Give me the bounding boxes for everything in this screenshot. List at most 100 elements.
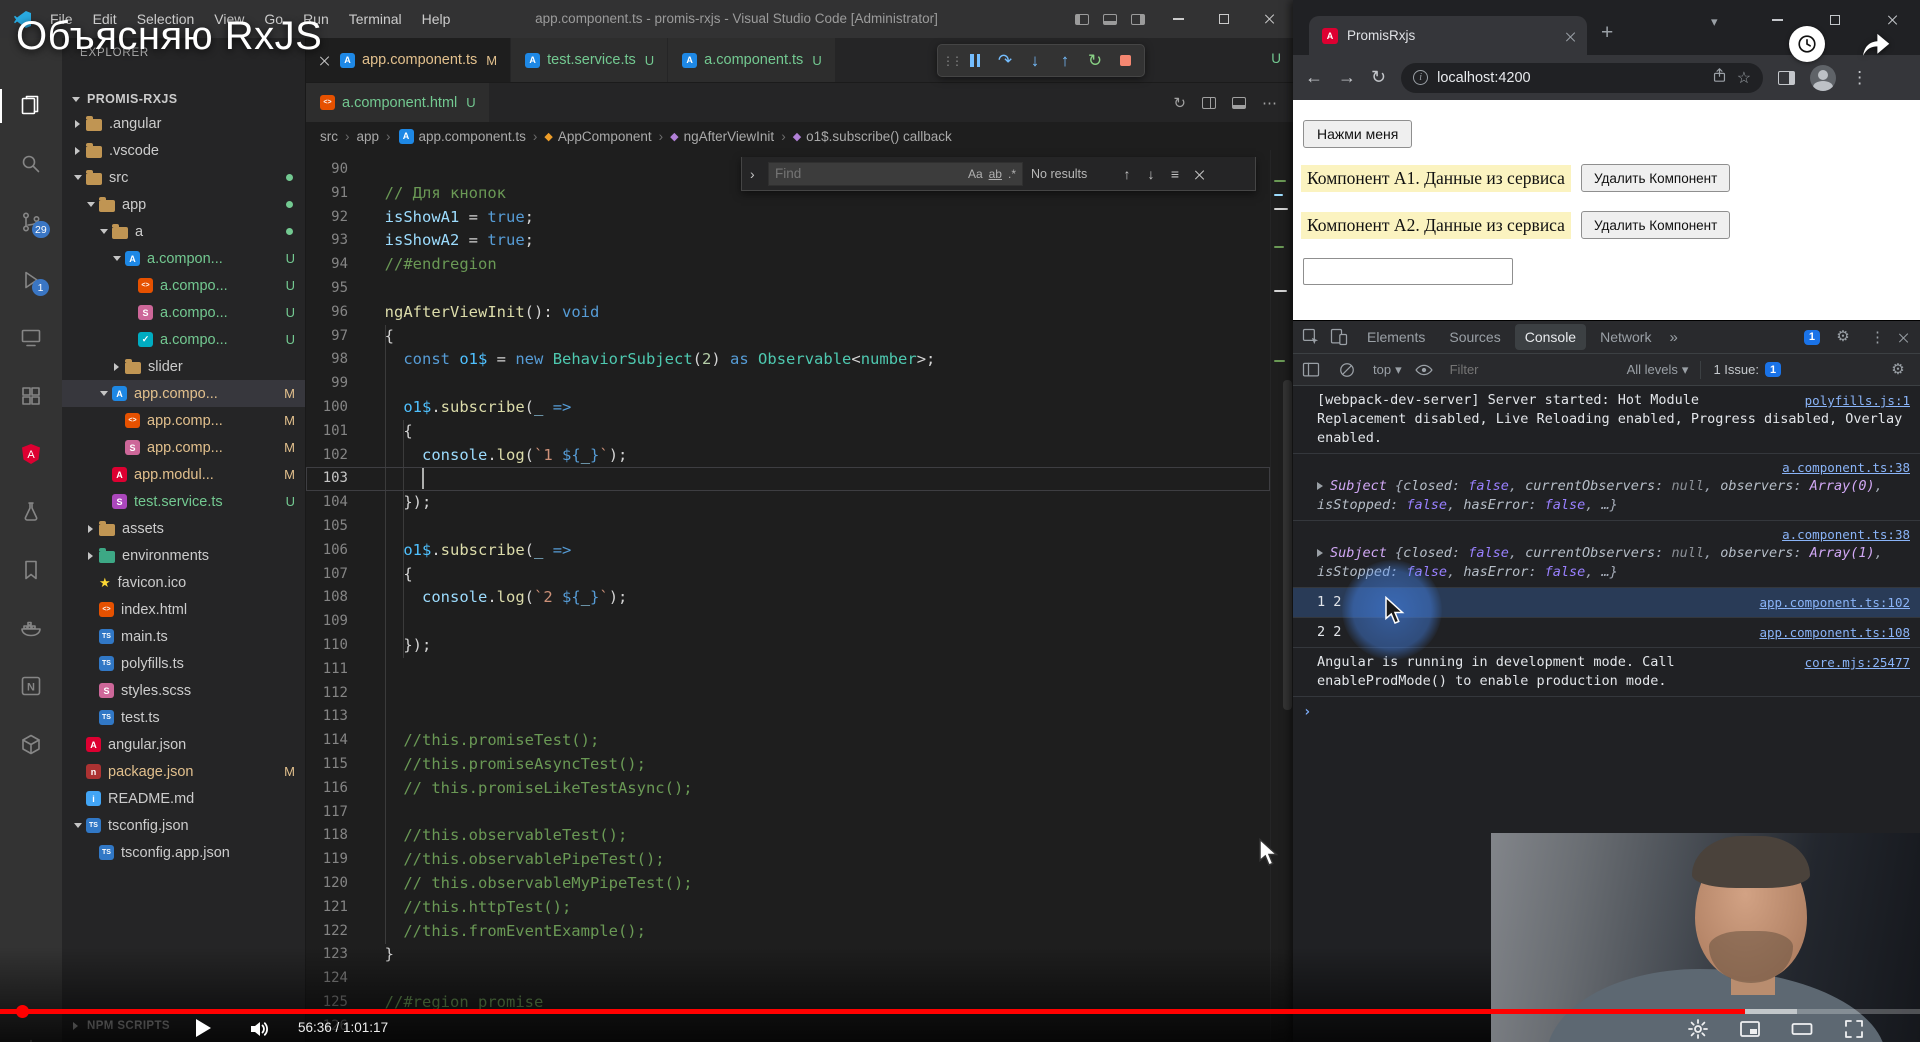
delete-component-button[interactable]: Удалить Компонент — [1580, 164, 1731, 192]
forward-icon[interactable]: → — [1338, 67, 1356, 88]
context-selector[interactable]: top ▾ — [1373, 362, 1402, 378]
share-icon[interactable] — [1711, 67, 1728, 89]
console-messages-badge[interactable]: 1 — [1803, 329, 1820, 345]
volume-icon[interactable] — [248, 1017, 272, 1041]
explorer-item-app[interactable]: app — [62, 191, 305, 218]
pause-icon[interactable] — [962, 48, 988, 74]
clear-console-icon[interactable] — [1337, 360, 1357, 380]
testing-icon[interactable] — [19, 500, 43, 524]
delete-component-button[interactable]: Удалить Компонент — [1580, 211, 1731, 239]
close-button[interactable] — [1247, 0, 1293, 38]
maximize-button[interactable] — [1201, 0, 1247, 38]
search-icon[interactable] — [19, 152, 43, 176]
minimize-button[interactable] — [1155, 0, 1201, 38]
explorer-item-angular-json[interactable]: Aangular.json — [62, 731, 305, 758]
editor-tab-test-service-ts[interactable]: Atest.service.ts U — [511, 38, 669, 82]
inspect-element-icon[interactable] — [1301, 327, 1321, 347]
watch-later-icon[interactable] — [1789, 26, 1825, 62]
breadcrumb-app-component-ts[interactable]: Aapp.component.ts — [398, 128, 526, 144]
share-arrow-icon[interactable] — [1856, 24, 1894, 62]
explorer-item-slider[interactable]: slider — [62, 353, 305, 380]
devtools-tab-console[interactable]: Console — [1514, 324, 1587, 350]
browser-menu-icon[interactable]: ⋮ — [1851, 68, 1868, 88]
explorer-item-polyfills-ts[interactable]: TS polyfills.ts — [62, 650, 305, 677]
log-levels-selector[interactable]: All levels ▾ — [1627, 362, 1689, 378]
step-into-icon[interactable]: ↓ — [1022, 48, 1048, 74]
more-icon[interactable]: ⋯ — [1262, 94, 1277, 112]
miniplayer-icon[interactable] — [1738, 1017, 1762, 1041]
explorer-item-tsconfig-json[interactable]: TS tsconfig.json — [62, 812, 305, 839]
find-previous-icon[interactable]: ↑ — [1119, 166, 1135, 182]
devtools-tab-network[interactable]: Network — [1590, 324, 1661, 350]
explorer-item-src[interactable]: src — [62, 164, 305, 191]
explorer-item-package-json[interactable]: n package.json M — [62, 758, 305, 785]
history-icon[interactable]: ↻ — [1173, 94, 1186, 112]
angular-icon[interactable]: A — [19, 442, 43, 466]
devtools-tab-elements[interactable]: Elements — [1357, 324, 1435, 350]
extensions-icon[interactable] — [19, 384, 43, 408]
explorer-item-a-compo[interactable]: <> a.compo... U — [62, 272, 305, 299]
explorer-item-angular[interactable]: .angular — [62, 110, 305, 137]
minimap[interactable] — [1270, 150, 1293, 1042]
back-icon[interactable]: ← — [1305, 67, 1323, 88]
explorer-item-app-modul[interactable]: Aapp.modul... M — [62, 461, 305, 488]
find-next-icon[interactable]: ↓ — [1143, 166, 1159, 182]
side-panel-icon[interactable] — [1778, 70, 1796, 85]
profile-avatar[interactable] — [1810, 64, 1837, 91]
breadcrumb-app[interactable]: app — [357, 129, 380, 144]
bookmarks-icon[interactable] — [19, 558, 43, 582]
breadcrumb-o1$-subscribe-callback[interactable]: ◆ o1$.subscribe() callback — [793, 129, 952, 144]
explorer-item-tsconfig-app-json[interactable]: TS tsconfig.app.json — [62, 839, 305, 866]
close-tab-icon[interactable] — [1565, 31, 1575, 41]
docker-icon[interactable] — [19, 616, 43, 640]
code-editor[interactable]: 90 91 // Для кнопок 92 isShowA1 = true; 93 … — [306, 150, 1270, 1042]
devtools-tab-sources[interactable]: Sources — [1439, 324, 1510, 350]
devtools-settings-icon[interactable]: ⚙ — [1833, 327, 1853, 347]
nx-console-icon[interactable]: N — [19, 674, 43, 698]
toggle-panel-icon[interactable] — [1103, 13, 1117, 25]
expand-arrow-icon[interactable] — [1317, 549, 1323, 557]
explorer-item-app-comp[interactable]: Sapp.comp... M — [62, 434, 305, 461]
restart-icon[interactable]: ↻ — [1082, 48, 1108, 74]
whole-word-icon[interactable]: ab — [989, 167, 1002, 181]
explorer-item-app-comp[interactable]: <> app.comp... M — [62, 407, 305, 434]
layout-icon[interactable] — [1232, 96, 1246, 109]
explorer-item-styles-scss[interactable]: Sstyles.scss — [62, 677, 305, 704]
editor-tab-a-component-ts[interactable]: Aa.component.ts U — [668, 38, 836, 82]
browser-maximize-button[interactable] — [1823, 8, 1847, 32]
explorer-item-a-compo[interactable]: ✓ a.compo... U — [62, 326, 305, 353]
toggle-secondary-sidebar-icon[interactable] — [1131, 13, 1145, 25]
find-close-icon[interactable] — [1191, 166, 1207, 182]
play-button[interactable] — [196, 1019, 211, 1037]
remote-explorer-icon[interactable] — [19, 326, 43, 350]
explorer-item-test-ts[interactable]: TS test.ts — [62, 704, 305, 731]
find-in-selection-icon[interactable]: ≡ — [1167, 166, 1183, 182]
explorer-item-a[interactable]: a — [62, 218, 305, 245]
new-tab-button[interactable]: + — [1601, 22, 1613, 43]
console-source-link[interactable]: app.component.ts:108 — [1759, 623, 1910, 642]
browser-tab[interactable]: A PromisRxjs — [1309, 16, 1587, 55]
eye-icon[interactable] — [1414, 360, 1434, 380]
browser-minimize-button[interactable] — [1765, 8, 1789, 32]
device-toolbar-icon[interactable] — [1329, 327, 1349, 347]
find-expand-icon[interactable]: › — [750, 166, 760, 182]
reload-icon[interactable]: ↻ — [1371, 67, 1386, 88]
console-source-link[interactable]: core.mjs:25477 — [1805, 653, 1910, 672]
explorer-item-index-html[interactable]: <> index.html — [62, 596, 305, 623]
address-bar[interactable]: i localhost:4200 ☆ — [1401, 62, 1764, 93]
explorer-item-favicon-ico[interactable]: ★ favicon.ico — [62, 569, 305, 596]
explorer-item-assets[interactable]: assets — [62, 515, 305, 542]
explorer-item-environments[interactable]: environments — [62, 542, 305, 569]
dependencies-icon[interactable] — [19, 732, 43, 756]
explorer-item-test-service-ts[interactable]: Stest.service.ts U — [62, 488, 305, 515]
breadcrumb-appcomponent[interactable]: ◆ AppComponent — [544, 129, 651, 144]
explorer-item-readme-md[interactable]: i README.md — [62, 785, 305, 812]
explorer-item-main-ts[interactable]: TS main.ts — [62, 623, 305, 650]
step-over-icon[interactable]: ↷ — [992, 48, 1018, 74]
theater-mode-icon[interactable] — [1790, 1017, 1814, 1041]
issues-counter[interactable]: 1 Issue: 1 — [1713, 362, 1782, 377]
console-source-link[interactable]: a.component.ts:38 — [1782, 527, 1910, 542]
breadcrumb-ngafterviewinit[interactable]: ◆ ngAfterViewInit — [670, 129, 774, 144]
explorer-item-a-compon[interactable]: Aa.compon... U — [62, 245, 305, 272]
scrollbar-thumb[interactable] — [1283, 380, 1292, 710]
